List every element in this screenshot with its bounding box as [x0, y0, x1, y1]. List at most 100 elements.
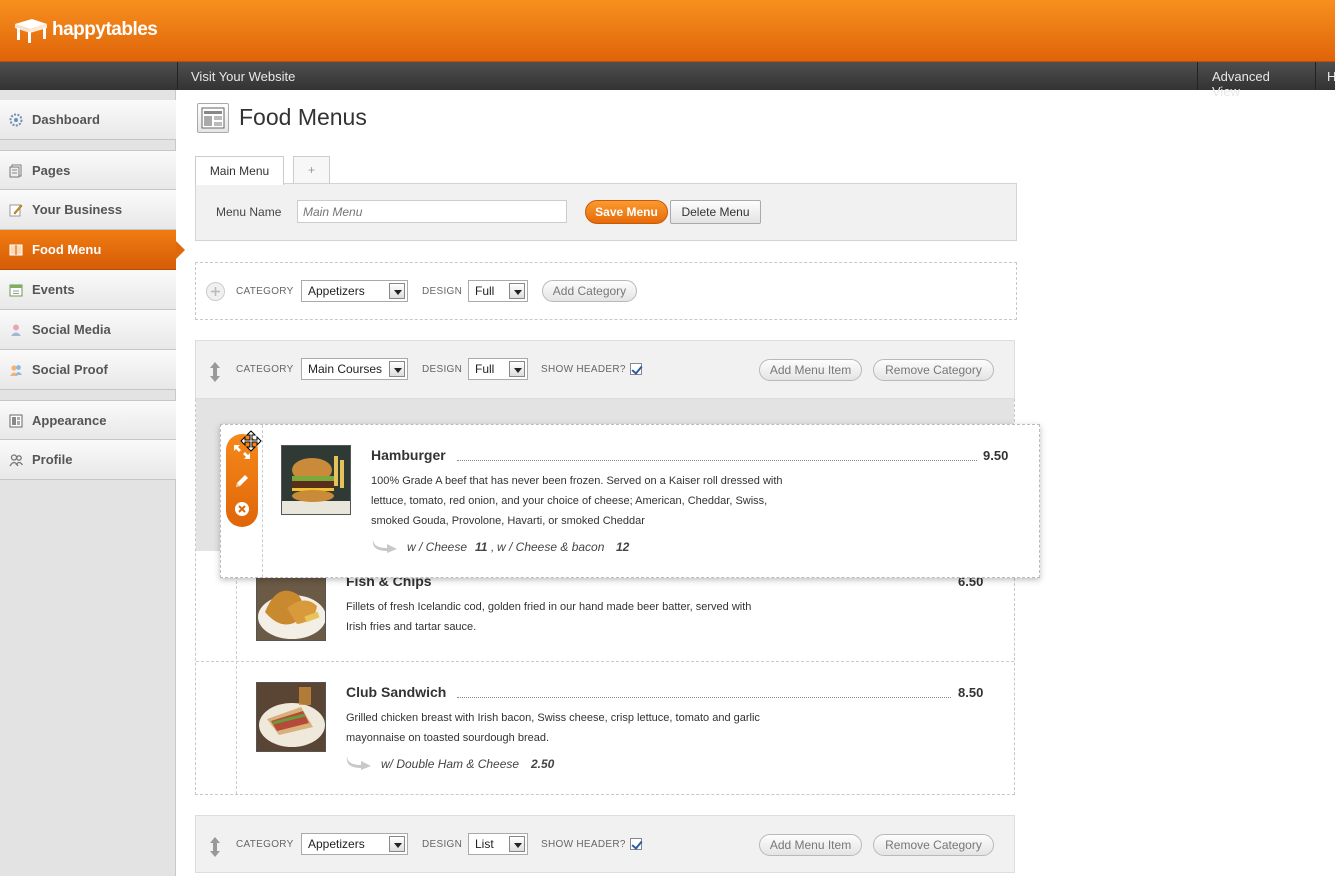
pages-icon [9, 164, 23, 178]
top-header: happytables [0, 0, 1335, 62]
design-select[interactable]: Full [468, 280, 528, 302]
item-description-line: lettuce, tomato, red onion, and your cho… [371, 495, 768, 507]
sidebar-item-appearance[interactable]: Appearance [0, 400, 176, 440]
addon-arrow-icon [371, 537, 399, 556]
pencil-icon [9, 203, 23, 217]
people-icon [9, 363, 23, 377]
show-header-label: SHOW HEADER? [541, 364, 626, 375]
item-price: 9.50 [983, 448, 1009, 463]
menu-settings-panel: Menu Name Save Menu Delete Menu [195, 183, 1017, 241]
addon-separator: , [491, 540, 495, 554]
sidebar-item-social-proof[interactable]: Social Proof [0, 350, 176, 390]
book-icon [9, 243, 23, 257]
visit-website-link[interactable]: Visit Your Website [191, 69, 295, 84]
new-category-row: CATEGORY Appetizers DESIGN Full Add Cate… [195, 262, 1017, 320]
design-select-value: Full [475, 362, 495, 376]
edit-pencil-icon[interactable] [234, 473, 250, 492]
item-description-line: mayonnaise on toasted sourdough bread. [346, 732, 550, 744]
add-category-button[interactable]: Add Category [542, 280, 637, 302]
drag-handle-icon[interactable] [208, 836, 222, 861]
admin-bar-spacer [0, 62, 178, 90]
item-divider [196, 661, 1014, 662]
sidebar-item-dashboard[interactable]: Dashboard [0, 100, 176, 140]
remove-category-button[interactable]: Remove Category [873, 834, 994, 856]
category-header-appetizers: CATEGORY Appetizers DESIGN List SHOW HEA… [195, 815, 1015, 873]
layout-icon [9, 414, 23, 428]
sidebar-item-label: Social Proof [32, 362, 108, 377]
category-label: CATEGORY [236, 286, 294, 297]
food-menus-page-icon [197, 103, 229, 133]
item-description-line: Grilled chicken breast with Irish bacon,… [346, 712, 760, 724]
sidebar-item-pages[interactable]: Pages [0, 150, 176, 190]
admin-bar: Visit Your Website Advanced View H [0, 62, 1335, 99]
drag-handle-icon[interactable] [208, 361, 222, 386]
sidebar-item-your-business[interactable]: Your Business [0, 190, 176, 230]
chevron-down-icon [389, 836, 405, 852]
category-select[interactable]: Main Courses [301, 358, 408, 380]
sidebar-item-label: Dashboard [32, 112, 100, 127]
page-title: Food Menus [239, 104, 367, 130]
design-select[interactable]: List [468, 833, 528, 855]
dashboard-icon [9, 113, 23, 127]
sidebar: Dashboard Pages Your Business Food Menu … [0, 90, 185, 876]
brand-logo[interactable]: happytables [12, 16, 158, 44]
design-label: DESIGN [422, 286, 463, 297]
design-select[interactable]: Full [468, 358, 528, 380]
sidebar-item-label: Appearance [32, 412, 107, 428]
help-link[interactable]: H [1315, 62, 1335, 90]
delete-menu-button[interactable]: Delete Menu [670, 200, 761, 224]
item-title: Club Sandwich [346, 684, 447, 700]
sidebar-item-social-media[interactable]: Social Media [0, 310, 176, 350]
category-label: CATEGORY [236, 839, 294, 850]
users-icon [9, 453, 24, 467]
chevron-down-icon [509, 361, 525, 377]
dragged-menu-item-hamburger[interactable]: Hamburger 9.50 100% Grade A beef that ha… [220, 424, 1040, 578]
addon-arrow-icon [345, 754, 373, 773]
sidebar-item-label: Food Menu [32, 242, 102, 257]
show-header-label: SHOW HEADER? [541, 839, 626, 850]
person-icon [9, 323, 23, 337]
category-select-value: Appetizers [308, 837, 365, 851]
item-description-line: smoked Gouda, Provolone, Havarti, or smo… [371, 515, 645, 527]
item-price: 8.50 [958, 685, 984, 700]
add-circle-icon[interactable] [206, 282, 225, 301]
chevron-down-icon [509, 836, 525, 852]
item-gutter [196, 551, 237, 794]
brand-name: happytables [52, 19, 158, 40]
sidebar-item-profile[interactable]: Profile [0, 440, 176, 480]
advanced-view-link[interactable]: Advanced View [1197, 62, 1315, 99]
item-description-line: Irish fries and tartar sauce. [346, 621, 477, 633]
addon-price: 12 [616, 540, 630, 554]
item-description-line: Fillets of fresh Icelandic cod, golden f… [346, 601, 752, 613]
save-menu-button[interactable]: Save Menu [585, 200, 668, 224]
add-menu-item-button[interactable]: Add Menu Item [759, 834, 862, 856]
sidebar-item-label: Pages [32, 162, 71, 178]
category-select[interactable]: Appetizers [301, 280, 408, 302]
item-title: Hamburger [371, 447, 446, 463]
addon-price: 11 [475, 540, 488, 554]
chevron-down-icon [389, 361, 405, 377]
add-menu-item-button[interactable]: Add Menu Item [759, 359, 862, 381]
remove-category-button[interactable]: Remove Category [873, 359, 994, 381]
addon-label: w / Cheese [407, 540, 468, 554]
category-select[interactable]: Appetizers [301, 833, 408, 855]
menu-name-input[interactable] [297, 200, 567, 223]
delete-circle-icon[interactable] [234, 501, 250, 520]
sidebar-item-food-menu[interactable]: Food Menu [0, 230, 185, 270]
category-select-value: Appetizers [308, 284, 365, 298]
item-dot-leader [457, 697, 951, 698]
menu-name-label: Menu Name [216, 205, 282, 219]
chevron-down-icon [509, 283, 525, 299]
addon-label: w / Cheese & bacon [497, 540, 605, 554]
chevron-down-icon [389, 283, 405, 299]
sidebar-item-events[interactable]: Events [0, 270, 176, 310]
tab-main-menu[interactable]: Main Menu [195, 156, 284, 185]
show-header-checkbox[interactable] [630, 363, 642, 375]
sidebar-item-label: Social Media [32, 322, 111, 337]
show-header-checkbox[interactable] [630, 838, 642, 850]
hamburger-photo [281, 445, 351, 515]
calendar-icon [9, 283, 23, 297]
club-sandwich-photo [256, 682, 326, 752]
category-label: CATEGORY [236, 364, 294, 375]
add-menu-tab[interactable]: + [293, 156, 330, 183]
